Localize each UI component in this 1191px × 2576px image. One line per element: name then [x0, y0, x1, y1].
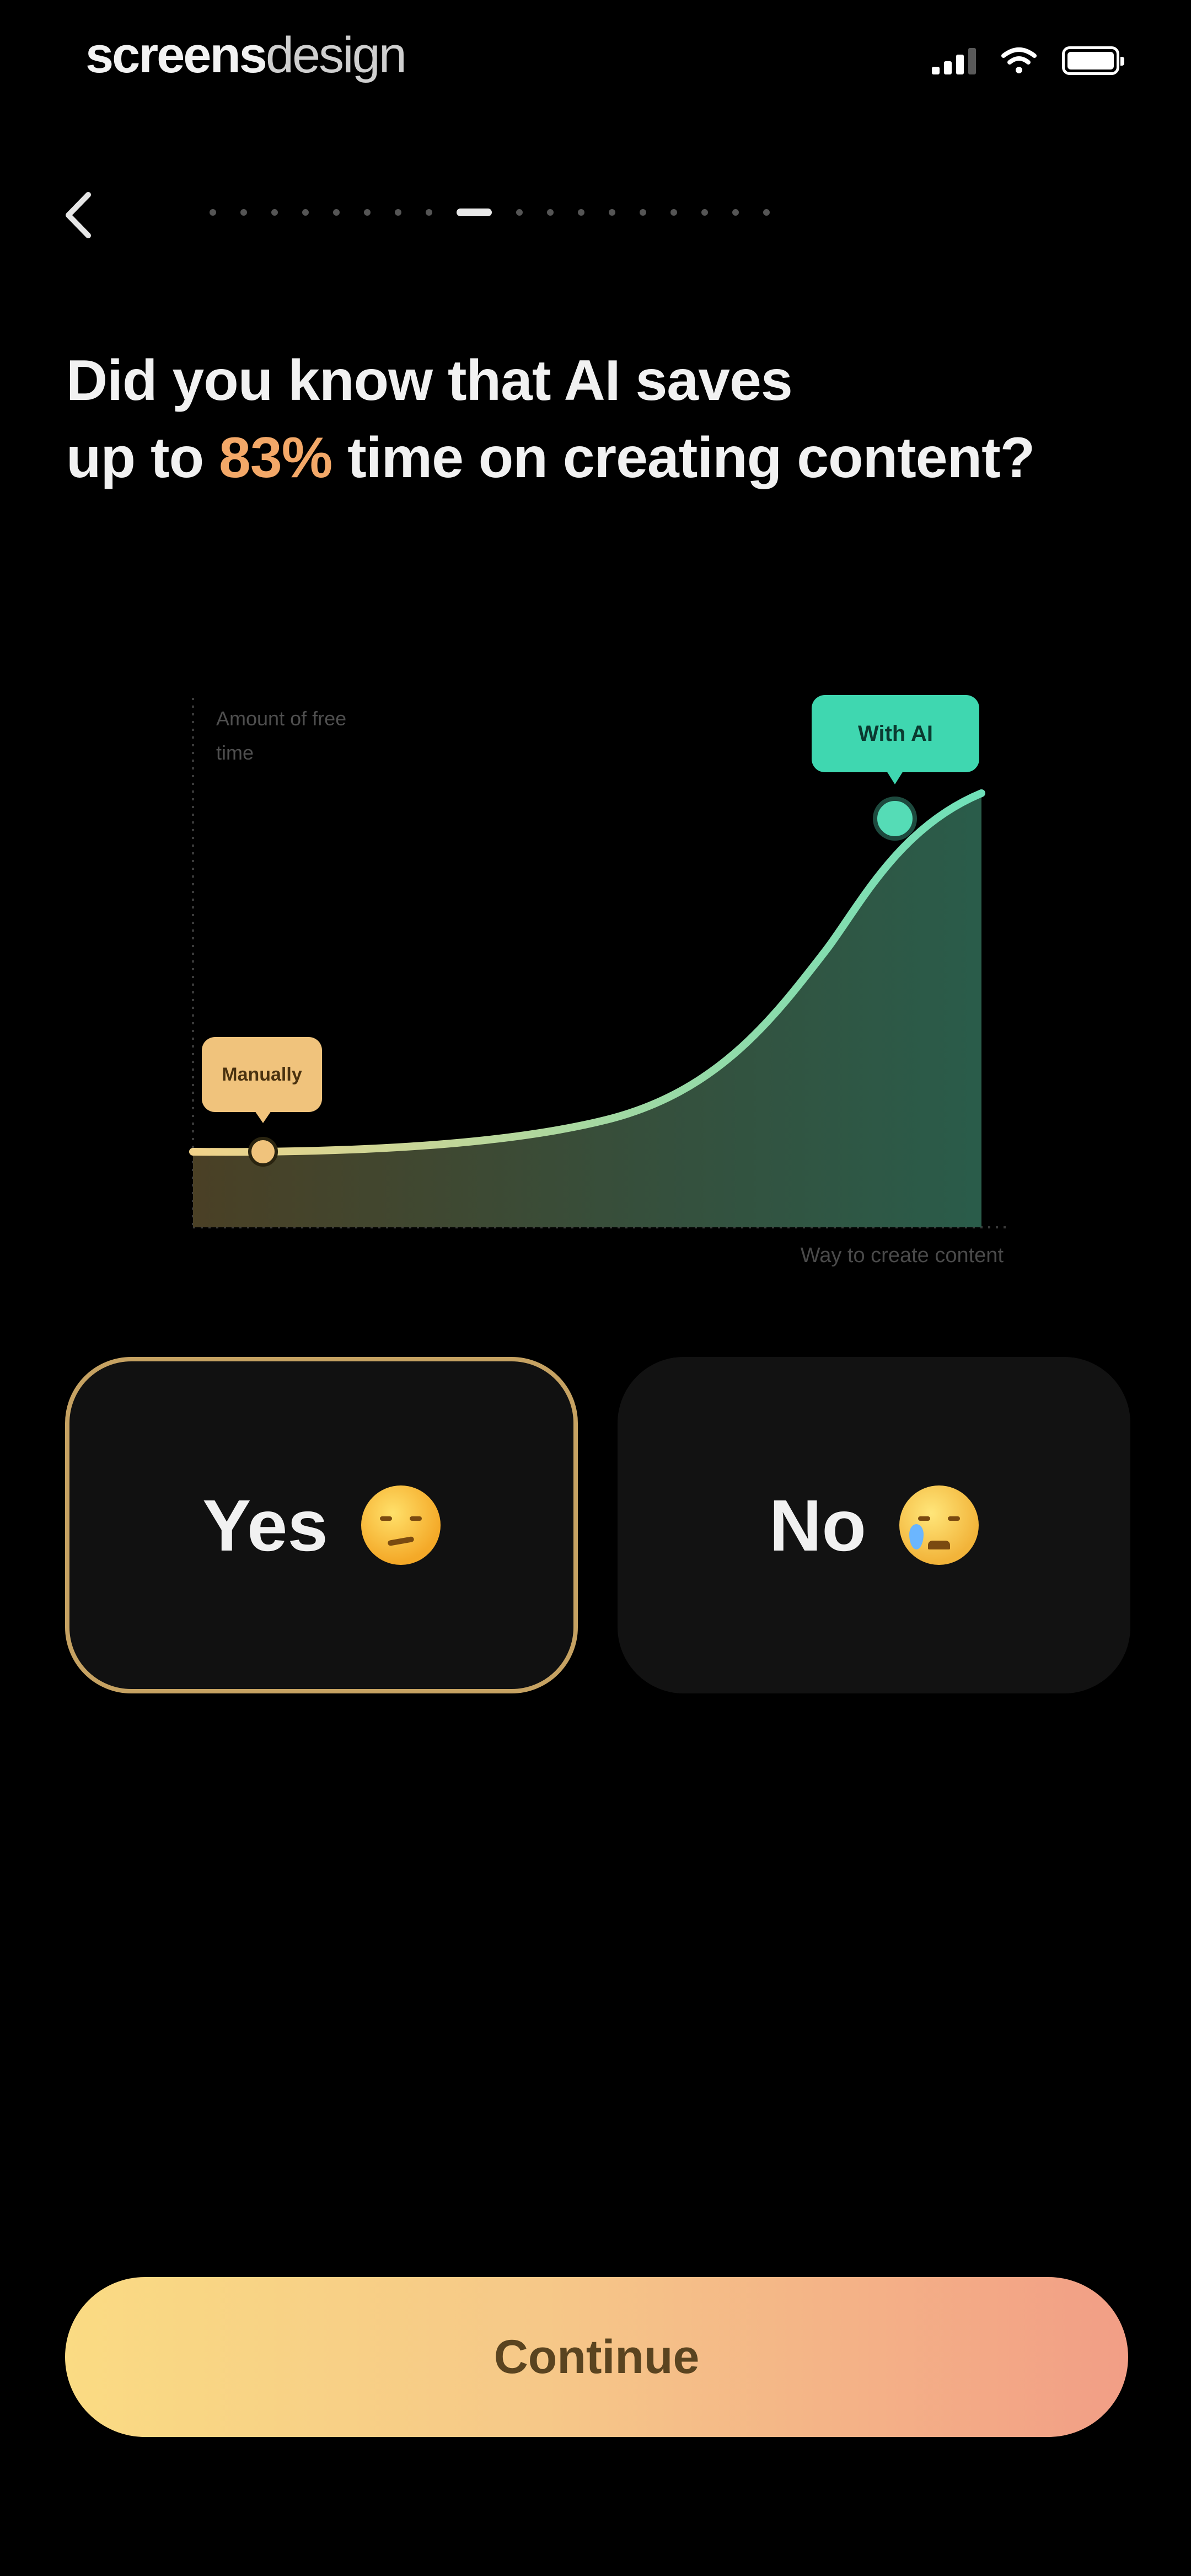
progress-dot — [240, 209, 247, 216]
status-bar: screensdesign — [0, 0, 1191, 110]
brand-light: design — [265, 27, 407, 83]
smirk-emoji-icon — [361, 1485, 441, 1565]
progress-dot — [670, 209, 677, 216]
progress-dot — [395, 209, 401, 216]
page-title: Did you know that AI saves up to 83% tim… — [66, 342, 1147, 496]
brand-logo: screensdesign — [85, 26, 407, 84]
headline-line1: Did you know that AI saves — [66, 349, 793, 413]
back-button[interactable] — [51, 182, 106, 248]
headline-accent: 83% — [219, 426, 332, 490]
option-yes-label: Yes — [202, 1484, 328, 1566]
headline-prefix: up to — [66, 426, 219, 490]
continue-label: Continue — [493, 2330, 700, 2383]
chart-area — [193, 793, 981, 1227]
progress-dot — [547, 209, 554, 216]
progress-dot — [609, 209, 615, 216]
chevron-left-icon — [66, 192, 91, 238]
continue-button[interactable]: Continue — [65, 2277, 1128, 2437]
battery-icon — [1062, 46, 1124, 75]
progress-dot — [701, 209, 708, 216]
ai-tag-pointer — [887, 771, 903, 784]
progress-dot — [364, 209, 371, 216]
progress-dot — [271, 209, 278, 216]
progress-dot — [210, 209, 216, 216]
manual-point — [248, 1137, 278, 1167]
progress-dot — [333, 209, 340, 216]
crying-emoji-icon — [899, 1485, 979, 1565]
option-no-label: No — [769, 1484, 866, 1566]
progress-dot — [763, 209, 770, 216]
progress-dot — [516, 209, 523, 216]
progress-dot — [302, 209, 309, 216]
chart: Amount of free time With AI Manually Way… — [165, 662, 1048, 1296]
with-ai-tag: With AI — [812, 695, 979, 772]
x-axis-label: Way to create content — [800, 1244, 1004, 1267]
signal-icon — [932, 47, 976, 74]
progress-dot — [732, 209, 739, 216]
progress-dot — [426, 209, 432, 216]
ai-point — [873, 797, 917, 841]
progress-dot — [640, 209, 646, 216]
headline-suffix: time on creating content? — [332, 426, 1035, 490]
progress-dot — [578, 209, 584, 216]
manual-tag-pointer — [255, 1111, 271, 1123]
manually-tag: Manually — [202, 1037, 322, 1112]
y-axis-label: Amount of free time — [216, 707, 347, 764]
brand-bold: screens — [85, 27, 267, 83]
progress-dot-active — [457, 209, 492, 216]
option-yes-button[interactable]: Yes — [65, 1357, 578, 1693]
progress-indicator — [210, 209, 794, 216]
option-no-button[interactable]: No — [618, 1357, 1130, 1693]
status-icons — [932, 46, 1124, 75]
wifi-icon — [1001, 47, 1037, 73]
